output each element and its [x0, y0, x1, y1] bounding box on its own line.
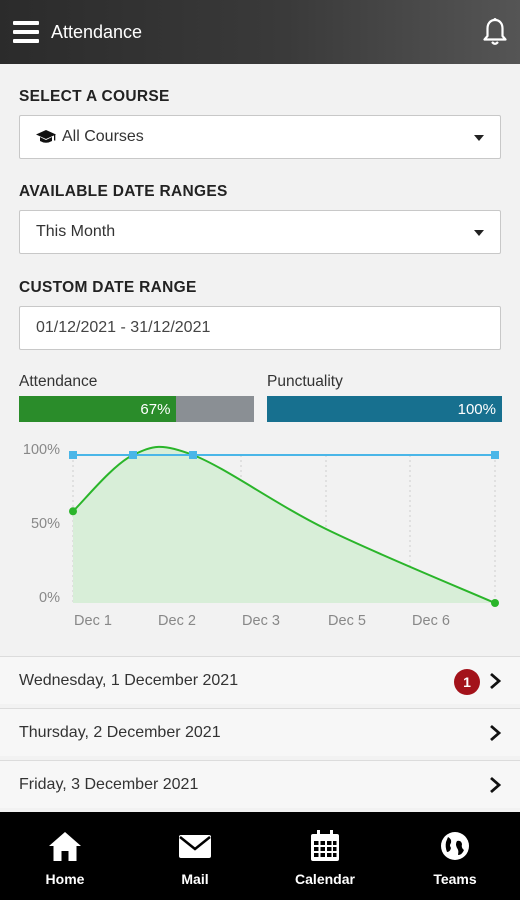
x-tick-label: Dec 1: [74, 613, 112, 629]
course-select-value: All Courses: [62, 128, 144, 145]
chevron-down-icon: [474, 135, 484, 141]
attendance-area: [73, 446, 495, 603]
x-tick-label: Dec 3: [242, 613, 280, 629]
bottom-nav: Home Mail Calendar Teams: [0, 812, 520, 900]
punctuality-point: [189, 451, 197, 459]
y-tick-label: 0%: [39, 590, 60, 606]
x-tick-label: Dec 2: [158, 613, 196, 629]
day-label: Thursday, 2 December 2021: [19, 723, 221, 741]
day-row[interactable]: Thursday, 2 December 2021: [0, 708, 520, 756]
punctuality-percent: 100%: [457, 400, 496, 418]
chevron-right-icon: [490, 724, 502, 742]
nav-mail-label: Mail: [181, 871, 209, 887]
day-list: Wednesday, 1 December 2021 1 Thursday, 2 D…: [0, 656, 520, 812]
attendance-point: [491, 599, 499, 607]
y-tick-label: 50%: [31, 516, 60, 532]
punctuality-point: [129, 451, 137, 459]
nav-teams-label: Teams: [433, 871, 477, 887]
punctuality-progress-fill: 100%: [267, 396, 502, 422]
custom-date-range-value: 01/12/2021 - 31/12/2021: [36, 319, 211, 336]
attendance-point: [69, 507, 77, 516]
day-row[interactable]: Wednesday, 1 December 2021 1: [0, 656, 520, 704]
punctuality-point: [69, 451, 77, 459]
globe-icon: [438, 830, 472, 862]
nav-home-label: Home: [45, 871, 85, 887]
x-tick-label: Dec 6: [412, 613, 450, 629]
hamburger-menu-icon[interactable]: [13, 21, 39, 43]
punctuality-point: [491, 451, 499, 459]
nav-teams[interactable]: Teams: [390, 812, 520, 900]
notification-badge: 1: [454, 669, 480, 695]
chevron-right-icon: [490, 672, 502, 690]
day-row[interactable]: Friday, 3 December 2021: [0, 760, 520, 808]
punctuality-progress-bar: 100%: [267, 396, 502, 422]
date-ranges-label: AVAILABLE DATE RANGES: [19, 183, 228, 200]
attendance-progress-bar: 67%: [19, 396, 254, 422]
attendance-label: Attendance: [19, 373, 98, 390]
chevron-right-icon: [490, 776, 502, 794]
mail-icon: [178, 830, 212, 862]
punctuality-label: Punctuality: [267, 373, 343, 390]
nav-calendar[interactable]: Calendar: [260, 812, 390, 900]
course-select[interactable]: All Courses: [19, 115, 501, 159]
date-range-select-value: This Month: [36, 223, 116, 240]
home-icon: [48, 830, 82, 862]
nav-mail[interactable]: Mail: [130, 812, 260, 900]
date-range-select[interactable]: This Month: [19, 210, 501, 254]
x-tick-label: Dec 5: [328, 613, 366, 629]
page-title: Attendance: [51, 21, 143, 42]
day-label: Friday, 3 December 2021: [19, 775, 199, 793]
graduation-cap-icon: [36, 129, 56, 145]
nav-calendar-label: Calendar: [295, 871, 355, 887]
app-header: Attendance: [0, 0, 520, 64]
custom-date-range-input[interactable]: 01/12/2021 - 31/12/2021: [19, 306, 501, 350]
y-tick-label: 100%: [23, 442, 60, 458]
bell-icon[interactable]: [482, 17, 508, 47]
attendance-percent: 67%: [140, 400, 171, 418]
attendance-chart: 100% 50% 0% Dec 1 Dec 2 Dec 3 Dec 5 Dec 6: [23, 442, 499, 629]
day-label: Wednesday, 1 December 2021: [19, 671, 239, 689]
calendar-icon: [308, 830, 342, 862]
nav-home[interactable]: Home: [0, 812, 130, 900]
custom-range-label: CUSTOM DATE RANGE: [19, 279, 197, 296]
chevron-down-icon: [474, 230, 484, 236]
attendance-progress-fill: 67%: [19, 396, 177, 422]
course-label: SELECT A COURSE: [19, 88, 170, 105]
